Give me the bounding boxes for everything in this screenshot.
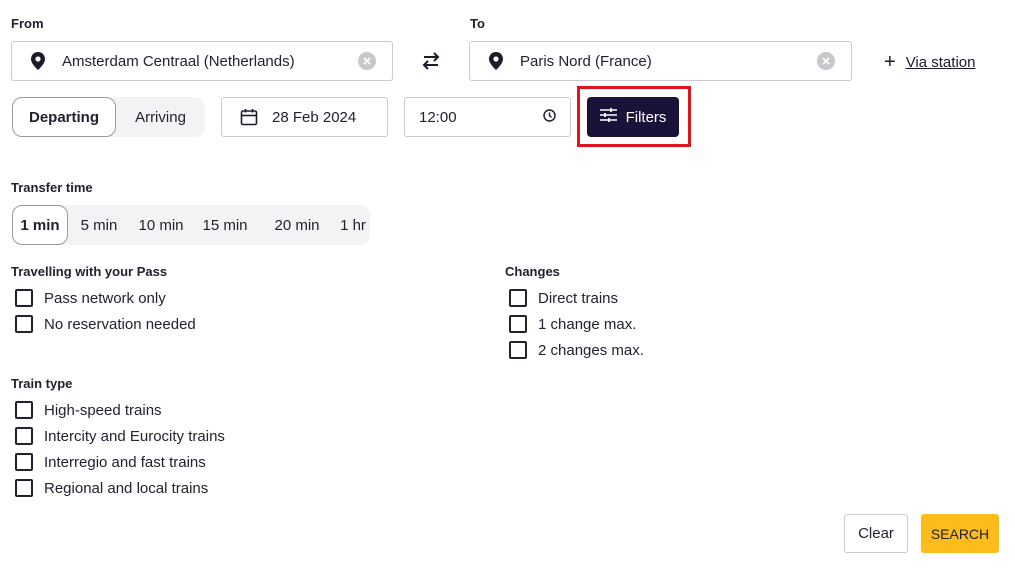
high-speed-option[interactable]: High-speed trains: [15, 401, 162, 419]
checkbox-label: Direct trains: [538, 289, 619, 307]
checkbox-label: Interregio and fast trains: [44, 453, 206, 471]
transfer-1-min[interactable]: 1 min: [12, 205, 68, 245]
search-button[interactable]: SEARCH: [921, 514, 999, 553]
checkbox-label: High-speed trains: [44, 401, 162, 419]
direction-toggle: Departing Arriving: [12, 97, 205, 137]
time-value: 12:00: [419, 108, 457, 126]
checkbox-label: Pass network only: [44, 289, 166, 307]
transfer-time-options: 1 min 5 min 10 min 15 min 20 min 1 hr: [12, 205, 370, 245]
departing-option[interactable]: Departing: [12, 97, 116, 137]
date-input[interactable]: 28 Feb 2024: [221, 97, 388, 137]
two-changes-option[interactable]: 2 changes max.: [509, 341, 644, 359]
checkbox[interactable]: [509, 341, 527, 359]
checkbox[interactable]: [15, 427, 33, 445]
from-input-value: Amsterdam Centraal (Netherlands): [62, 52, 295, 70]
regional-option[interactable]: Regional and local trains: [15, 479, 208, 497]
transfer-20-min[interactable]: 20 min: [258, 205, 336, 245]
train-type-label: Train type: [11, 376, 73, 391]
calendar-icon: [240, 108, 258, 126]
swap-stations-icon[interactable]: [418, 50, 444, 72]
sliders-icon: [599, 108, 617, 126]
checkbox-label: 2 changes max.: [538, 341, 644, 359]
pass-label: Travelling with your Pass: [11, 264, 168, 279]
location-pin-icon: [486, 51, 506, 71]
transfer-1-hr[interactable]: 1 hr: [336, 205, 370, 245]
intercity-option[interactable]: Intercity and Eurocity trains: [15, 427, 225, 445]
transfer-time-label: Transfer time: [11, 180, 93, 195]
via-station-link[interactable]: + Via station: [884, 52, 975, 72]
no-reservation-option[interactable]: No reservation needed: [15, 315, 196, 333]
to-input-value: Paris Nord (France): [520, 52, 652, 70]
checkbox-label: No reservation needed: [44, 315, 196, 333]
checkbox-label: Regional and local trains: [44, 479, 209, 497]
checkbox[interactable]: [15, 479, 33, 497]
date-value: 28 Feb 2024: [272, 108, 357, 126]
via-station-label: Via station: [905, 53, 976, 71]
plus-icon: +: [884, 51, 896, 73]
checkbox[interactable]: [15, 315, 33, 333]
filters-label: Filters: [625, 108, 667, 126]
location-pin-icon: [28, 51, 48, 71]
checkbox[interactable]: [15, 401, 33, 419]
checkbox-label: 1 change max.: [538, 315, 637, 333]
from-input[interactable]: Amsterdam Centraal (Netherlands): [11, 41, 393, 81]
checkbox-label: Intercity and Eurocity trains: [44, 427, 225, 445]
interregio-option[interactable]: Interregio and fast trains: [15, 453, 206, 471]
transfer-15-min[interactable]: 15 min: [192, 205, 258, 245]
transfer-10-min[interactable]: 10 min: [130, 205, 192, 245]
to-input[interactable]: Paris Nord (France): [469, 41, 852, 81]
direct-trains-option[interactable]: Direct trains: [509, 289, 618, 307]
pass-network-only-option[interactable]: Pass network only: [15, 289, 166, 307]
transfer-5-min[interactable]: 5 min: [68, 205, 130, 245]
checkbox[interactable]: [509, 315, 527, 333]
arriving-option[interactable]: Arriving: [116, 97, 205, 137]
clear-button[interactable]: Clear: [844, 514, 908, 553]
clear-to-icon[interactable]: [817, 52, 835, 70]
one-change-option[interactable]: 1 change max.: [509, 315, 636, 333]
changes-label: Changes: [505, 264, 560, 279]
to-label: To: [470, 16, 485, 31]
time-input[interactable]: 12:00: [404, 97, 571, 137]
from-label: From: [11, 16, 44, 31]
checkbox[interactable]: [15, 453, 33, 471]
checkbox[interactable]: [15, 289, 33, 307]
clock-icon[interactable]: [543, 108, 556, 126]
clear-from-icon[interactable]: [358, 52, 376, 70]
checkbox[interactable]: [509, 289, 527, 307]
filters-button[interactable]: Filters: [587, 97, 679, 137]
